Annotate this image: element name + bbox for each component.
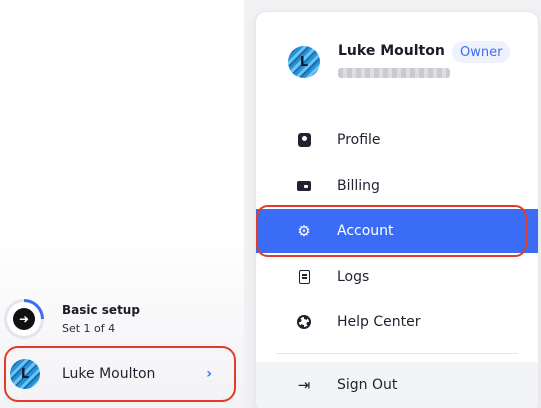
menu-user-name: Luke Moulton [338, 43, 445, 59]
menu-item-sign-out[interactable]: ⇥ Sign Out [256, 362, 538, 408]
user-email-redacted [338, 68, 450, 78]
setup-progress-ring: ➜ [4, 299, 44, 339]
menu-user-header: L Luke Moulton Owner [256, 12, 538, 100]
account-highlight-outline [256, 205, 527, 257]
profile-icon [297, 133, 311, 147]
menu-item-profile[interactable]: Profile [256, 118, 538, 162]
menu-divider [276, 353, 518, 354]
role-badge: Owner [452, 41, 511, 63]
menu-item-label: Billing [337, 178, 380, 194]
basic-setup-progress[interactable]: ➜ Basic setup Set 1 of 4 [4, 294, 234, 344]
user-menu-trigger[interactable]: L Luke Moulton › [4, 346, 236, 402]
menu-item-label: Help Center [337, 314, 421, 330]
menu-item-label: Logs [337, 269, 370, 285]
sign-out-icon: ⇥ [297, 375, 311, 394]
setup-step: Set 1 of 4 [62, 322, 116, 335]
avatar: L [288, 46, 320, 78]
menu-item-label: Sign Out [337, 377, 398, 393]
avatar: L [10, 359, 40, 389]
arrow-right-icon: ➜ [13, 308, 35, 330]
sidebar: ➜ Basic setup Set 1 of 4 L Luke Moulton … [0, 0, 244, 408]
billing-icon [297, 181, 311, 191]
menu-item-logs[interactable]: Logs [256, 255, 538, 299]
menu-item-help-center[interactable]: Help Center [256, 300, 538, 344]
menu-item-billing[interactable]: Billing [256, 164, 538, 208]
logs-icon [298, 270, 310, 284]
chevron-right-icon: › [206, 366, 212, 382]
user-name: Luke Moulton [62, 366, 156, 382]
menu-item-label: Profile [337, 132, 381, 148]
help-icon [297, 315, 311, 329]
setup-title: Basic setup [62, 303, 140, 317]
